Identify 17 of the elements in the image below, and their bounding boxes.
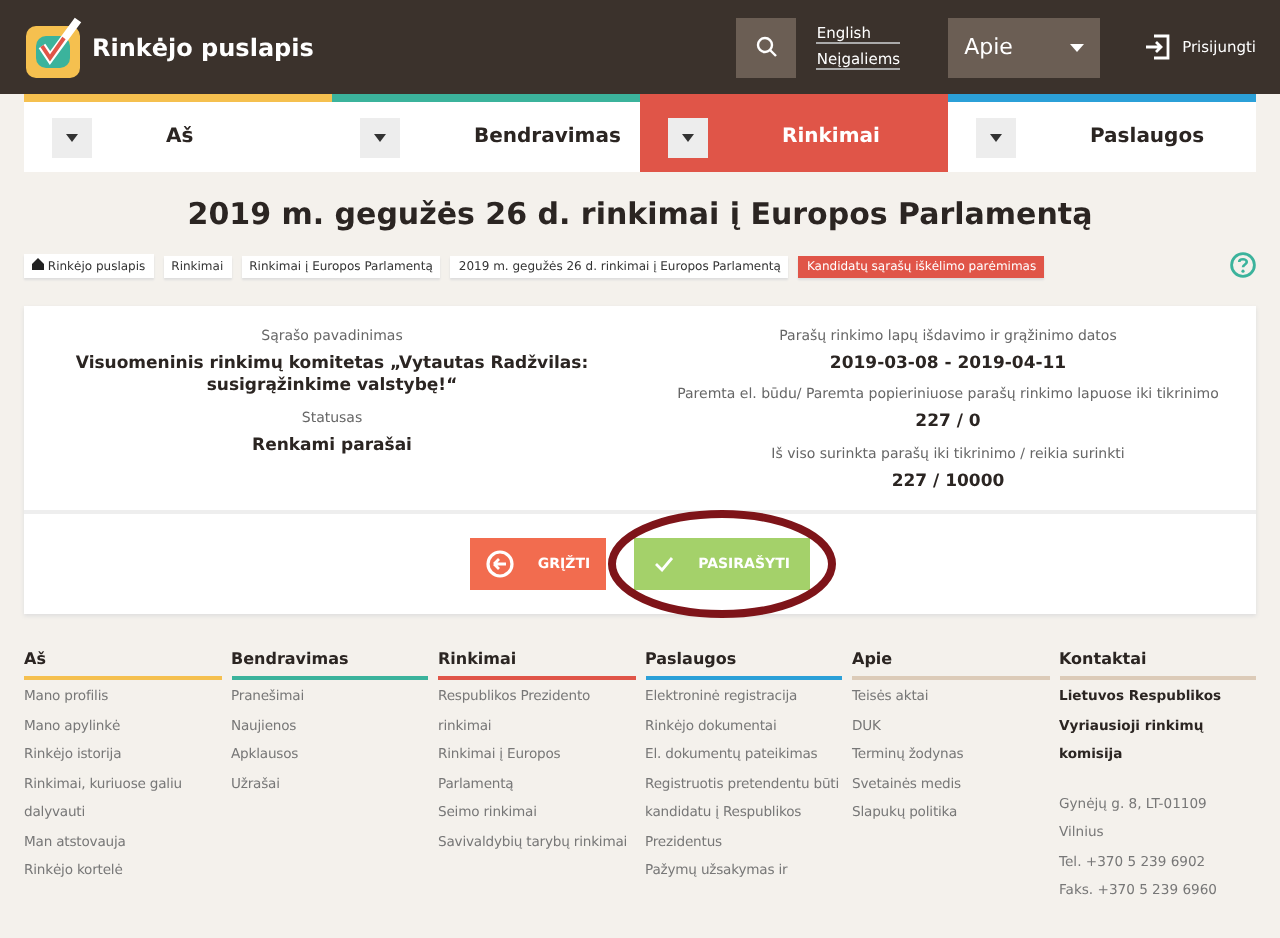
field-value: 2019-03-08 - 2019-04-11 [829, 354, 1067, 377]
footer-heading: Paslaugos [645, 650, 842, 681]
field-value: 227 / 10000 [891, 471, 1005, 495]
about-dropdown[interactable]: Apie [948, 17, 1101, 77]
footer-heading: Bendravimas [231, 650, 428, 681]
nav-tab[interactable]: Paslaugos [948, 94, 1256, 172]
page-title: 2019 m. gegužės 26 d. rinkimai į Europos Parlamentą [185, 196, 1095, 232]
field-value: Visuomeninis rinkimų komitetas „Vytautas Radžvilas: susigrąžinkime valstybę!“ [73, 354, 591, 400]
footer-heading: Aš [24, 650, 221, 681]
footer-heading: Kontaktai [1059, 650, 1256, 681]
nav-tab[interactable]: Aš [24, 94, 332, 172]
nav-tab[interactable]: Rinkimai [640, 94, 948, 172]
field-value: 227 / 0 [915, 412, 981, 436]
footer-heading: Rinkimai [438, 650, 635, 681]
site-title[interactable]: Rinkėjo puslapis [92, 33, 314, 61]
footer-heading: Apie [852, 650, 1049, 681]
field-value: Renkami parašai [252, 435, 412, 459]
